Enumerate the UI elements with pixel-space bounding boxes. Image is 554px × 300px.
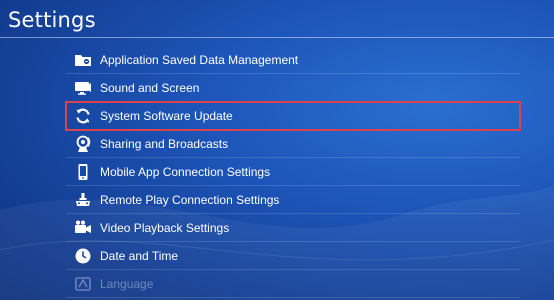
mobile-phone-icon xyxy=(72,161,94,183)
menu-item-label: System Software Update xyxy=(100,108,233,123)
menu-item-label: Application Saved Data Management xyxy=(100,52,299,67)
video-camera-icon xyxy=(72,217,94,239)
clock-icon xyxy=(72,245,94,267)
menu-item-remote-play-connection[interactable]: Remote Play Connection Settings xyxy=(66,186,520,214)
sound-screen-icon xyxy=(72,77,94,99)
saved-data-icon xyxy=(72,49,94,71)
menu-item-label: Remote Play Connection Settings xyxy=(100,192,280,207)
menu-item-mobile-app-connection[interactable]: Mobile App Connection Settings xyxy=(66,158,520,186)
language-icon xyxy=(72,273,94,295)
settings-menu: Application Saved Data Management Sound … xyxy=(65,46,521,298)
broadcast-icon xyxy=(72,133,94,155)
menu-item-video-playback[interactable]: Video Playback Settings xyxy=(66,214,520,242)
menu-item-label: Sharing and Broadcasts xyxy=(100,136,229,151)
menu-item-language[interactable]: Language xyxy=(66,270,520,298)
menu-item-label: Language xyxy=(100,276,154,291)
menu-item-application-saved-data[interactable]: Application Saved Data Management xyxy=(66,46,520,74)
menu-item-system-software-update[interactable]: System Software Update xyxy=(65,101,521,131)
menu-item-label: Video Playback Settings xyxy=(100,220,230,235)
header-divider xyxy=(0,37,554,38)
refresh-icon xyxy=(72,105,94,127)
menu-item-label: Sound and Screen xyxy=(100,80,200,95)
menu-item-label: Mobile App Connection Settings xyxy=(100,164,271,179)
remote-play-icon xyxy=(72,189,94,211)
menu-item-label: Date and Time xyxy=(100,248,179,263)
page-title: Settings xyxy=(8,8,96,32)
menu-item-date-and-time[interactable]: Date and Time xyxy=(66,242,520,270)
menu-item-sharing-and-broadcasts[interactable]: Sharing and Broadcasts xyxy=(66,130,520,158)
menu-item-sound-and-screen[interactable]: Sound and Screen xyxy=(66,74,520,102)
